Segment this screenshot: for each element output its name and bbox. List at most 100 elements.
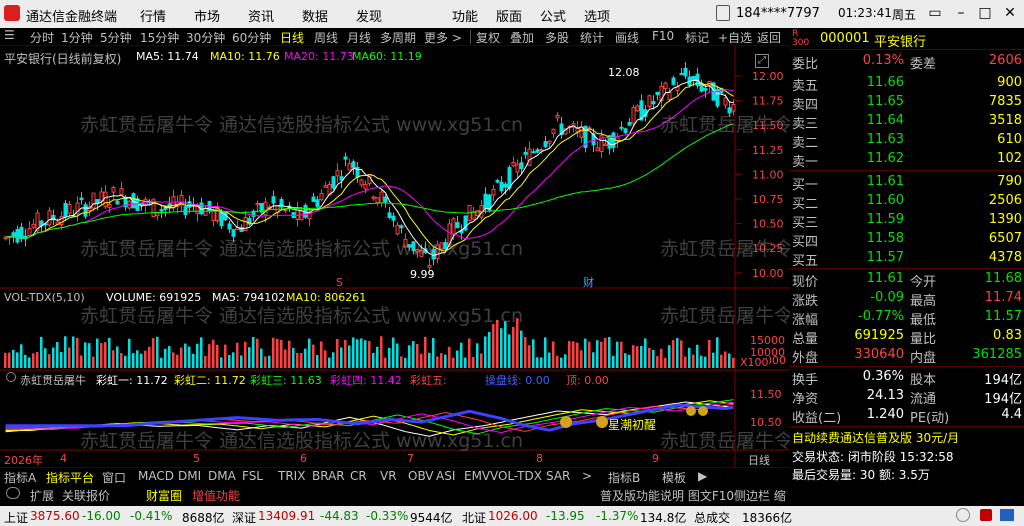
sell-row[interactable]: 卖二 11.63 610 [790, 131, 1024, 151]
indicator-tab-13[interactable]: EMV [464, 469, 490, 483]
indicator-tab-4[interactable]: DMI [178, 469, 201, 483]
indicator-tab-18[interactable]: 模板 [662, 469, 686, 486]
candle [683, 61, 688, 80]
ext-btn-wealth[interactable]: 财富圈 [146, 487, 182, 504]
volume-bar [468, 338, 471, 368]
indicator-tab-12[interactable]: ASI [436, 469, 455, 483]
menu-shuju[interactable]: 数据 [302, 6, 328, 25]
indicator-tab-3[interactable]: MACD [138, 469, 174, 483]
btn-mark[interactable]: 标记 [685, 29, 709, 46]
account-phone[interactable]: 184****7797 [736, 6, 820, 21]
tab-multi-period[interactable]: 多周期 [380, 29, 416, 46]
indicator-tab-9[interactable]: CR [350, 469, 367, 483]
restore-icon[interactable]: ▭ [922, 2, 948, 26]
btn-back[interactable]: 返回 [757, 29, 781, 46]
close-icon[interactable]: ✕ [997, 2, 1023, 26]
volume-bar [236, 342, 239, 368]
menu-gongneng[interactable]: 功能 [452, 6, 478, 25]
maximize-icon[interactable]: □ [972, 2, 998, 26]
indicator-tab-1[interactable]: 指标平台 [46, 469, 94, 486]
indicator-tab-17[interactable]: 指标B [608, 469, 640, 486]
indicator-tab-14[interactable]: VOL-TDX [490, 469, 542, 483]
menu-xuanxiang[interactable]: 选项 [584, 6, 610, 25]
minimize-icon[interactable]: – [948, 2, 974, 26]
ext-btn-related-quote[interactable]: 关联报价 [62, 487, 110, 504]
tab-15min[interactable]: 15分钟 [140, 29, 179, 46]
sell-row[interactable]: 卖三 11.64 3518 [790, 112, 1024, 132]
menu-banmian[interactable]: 版面 [496, 6, 522, 25]
indicator-tab-8[interactable]: BRAR [312, 469, 345, 483]
buy-row[interactable]: 买一 11.61 790 [790, 173, 1024, 193]
buy-row[interactable]: 买四 11.58 6507 [790, 230, 1024, 250]
btn-draw[interactable]: 画线 [615, 29, 639, 46]
date-month-8: 8 [536, 452, 543, 465]
toolbar-menu-icon[interactable]: ☰ [4, 28, 15, 42]
indicator-tab-11[interactable]: OBV [408, 469, 434, 483]
indicator-circle-icon[interactable] [6, 372, 16, 382]
ext-btn-expand[interactable]: 扩展 [30, 487, 54, 504]
menu-gongshi[interactable]: 公式 [540, 6, 566, 25]
indicator-tabs: 指标A 指标平台 窗口 MACD DMI DMA FSL TRIX BRAR CR VR OBV ASI… [0, 467, 790, 485]
expand-icon[interactable]: ⤢ [755, 54, 769, 68]
btn-f10[interactable]: F10 [652, 29, 674, 43]
candle [619, 121, 624, 131]
chart-area[interactable]: 12.00 11.75 11.50 11.25 11.00 10.75 10.50 10.25… [0, 46, 1024, 486]
candle [379, 188, 384, 208]
indicator-tab-16[interactable]: > [582, 469, 592, 483]
btn-multi-stock[interactable]: 多股 [545, 29, 569, 46]
sell-row[interactable]: 卖四 11.65 7835 [790, 93, 1024, 113]
candle [671, 75, 676, 86]
indicator-tab-2[interactable]: 窗口 [102, 469, 126, 486]
buy-row[interactable]: 买二 11.60 2506 [790, 192, 1024, 212]
candle [119, 181, 124, 196]
indicator-tab-6[interactable]: FSL [242, 469, 263, 483]
stat-label: 外盘 [792, 351, 819, 366]
buy-row[interactable]: 买五 11.57 4378 [790, 249, 1024, 269]
indicator-tab-10[interactable]: VR [380, 469, 397, 483]
sell-row[interactable]: 卖一 11.62 102 [790, 150, 1024, 170]
status-alert-icon[interactable] [980, 509, 992, 521]
sell-row[interactable]: 卖五 11.66 900 [790, 74, 1024, 94]
tab-daily[interactable]: 日线 [280, 29, 304, 46]
buy-row[interactable]: 买三 11.59 1390 [790, 211, 1024, 231]
ext-btn-value-added[interactable]: 增值功能 [192, 487, 240, 504]
promo-banner[interactable]: 自动续费通达信普及版 30元/月 [792, 429, 959, 446]
tab-5min[interactable]: 5分钟 [100, 29, 132, 46]
btn-overlay[interactable]: 叠加 [510, 29, 534, 46]
volume-bar [176, 354, 179, 368]
candle [627, 117, 632, 126]
tab-1min[interactable]: 1分钟 [61, 29, 93, 46]
indicator-tab-7[interactable]: TRIX [278, 469, 305, 483]
tab-fenshi[interactable]: 分时 [30, 29, 54, 46]
volume-bar [712, 352, 715, 368]
tab-monthly[interactable]: 月线 [347, 29, 371, 46]
volume-bar [684, 356, 687, 368]
volume-bar [676, 338, 679, 368]
volume-bar [524, 337, 527, 368]
menu-faxian[interactable]: 发现 [356, 6, 382, 25]
tab-60min[interactable]: 60分钟 [232, 29, 271, 46]
ext-right-links[interactable]: 普及版功能说明 图文F10侧边栏 缩 [600, 487, 786, 504]
menu-shichang[interactable]: 市场 [194, 6, 220, 25]
indicator-tab-0[interactable]: 指标A [4, 469, 36, 486]
candle [87, 201, 92, 217]
indicator-tab-15[interactable]: SAR [546, 469, 570, 483]
connection-icon[interactable] [956, 508, 970, 522]
indicator-tab-19[interactable]: ▶ [698, 469, 707, 483]
toggle-icon[interactable] [6, 487, 20, 499]
ma5-label: MA5: 11.74 [136, 50, 199, 63]
volume-bar [412, 341, 415, 368]
tab-more[interactable]: 更多 > [424, 29, 462, 46]
btn-fuquan[interactable]: 复权 [476, 29, 500, 46]
tab-weekly[interactable]: 周线 [314, 29, 338, 46]
volume-bar [68, 347, 71, 368]
sell-label: 卖四 [792, 98, 819, 113]
stat-label: 量比 [910, 332, 937, 347]
status-grid-icon[interactable] [1000, 509, 1014, 521]
menu-zixun[interactable]: 资讯 [248, 6, 274, 25]
indicator-tab-5[interactable]: DMA [208, 469, 236, 483]
tab-30min[interactable]: 30分钟 [186, 29, 225, 46]
btn-stats[interactable]: 统计 [580, 29, 604, 46]
btn-add-watch[interactable]: +自选 [718, 29, 752, 46]
menu-hangqing[interactable]: 行情 [140, 6, 166, 25]
